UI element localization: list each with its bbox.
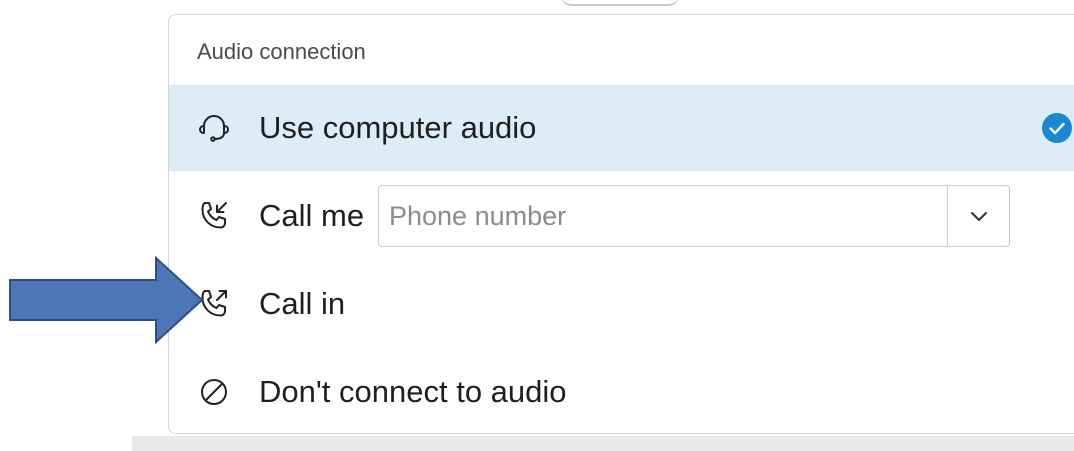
no-audio-icon xyxy=(197,375,231,409)
option-label: Don't connect to audio xyxy=(259,374,567,409)
option-call-me[interactable]: Call me xyxy=(169,173,1074,259)
option-call-in[interactable]: Call in xyxy=(169,261,1074,347)
option-label: Call in xyxy=(259,286,346,321)
option-label: Call me xyxy=(259,198,365,233)
option-label: Use computer audio xyxy=(259,110,537,145)
chevron-down-icon xyxy=(970,212,987,221)
headset-icon xyxy=(197,111,231,145)
panel-title: Audio connection xyxy=(197,39,366,64)
phone-number-input[interactable] xyxy=(379,186,947,246)
audio-connection-panel: Audio connection Use computer audio Call… xyxy=(168,14,1074,434)
bottom-strip xyxy=(132,436,1074,451)
checkmark-icon xyxy=(1041,112,1073,144)
option-use-computer-audio[interactable]: Use computer audio xyxy=(169,85,1074,171)
top-edge-hint xyxy=(560,0,680,6)
annotation-arrow-icon xyxy=(8,256,204,344)
phone-number-field xyxy=(378,185,1010,247)
phone-incoming-icon xyxy=(197,199,231,233)
option-dont-connect-audio[interactable]: Don't connect to audio xyxy=(169,349,1074,435)
country-dropdown-button[interactable] xyxy=(947,186,1009,246)
